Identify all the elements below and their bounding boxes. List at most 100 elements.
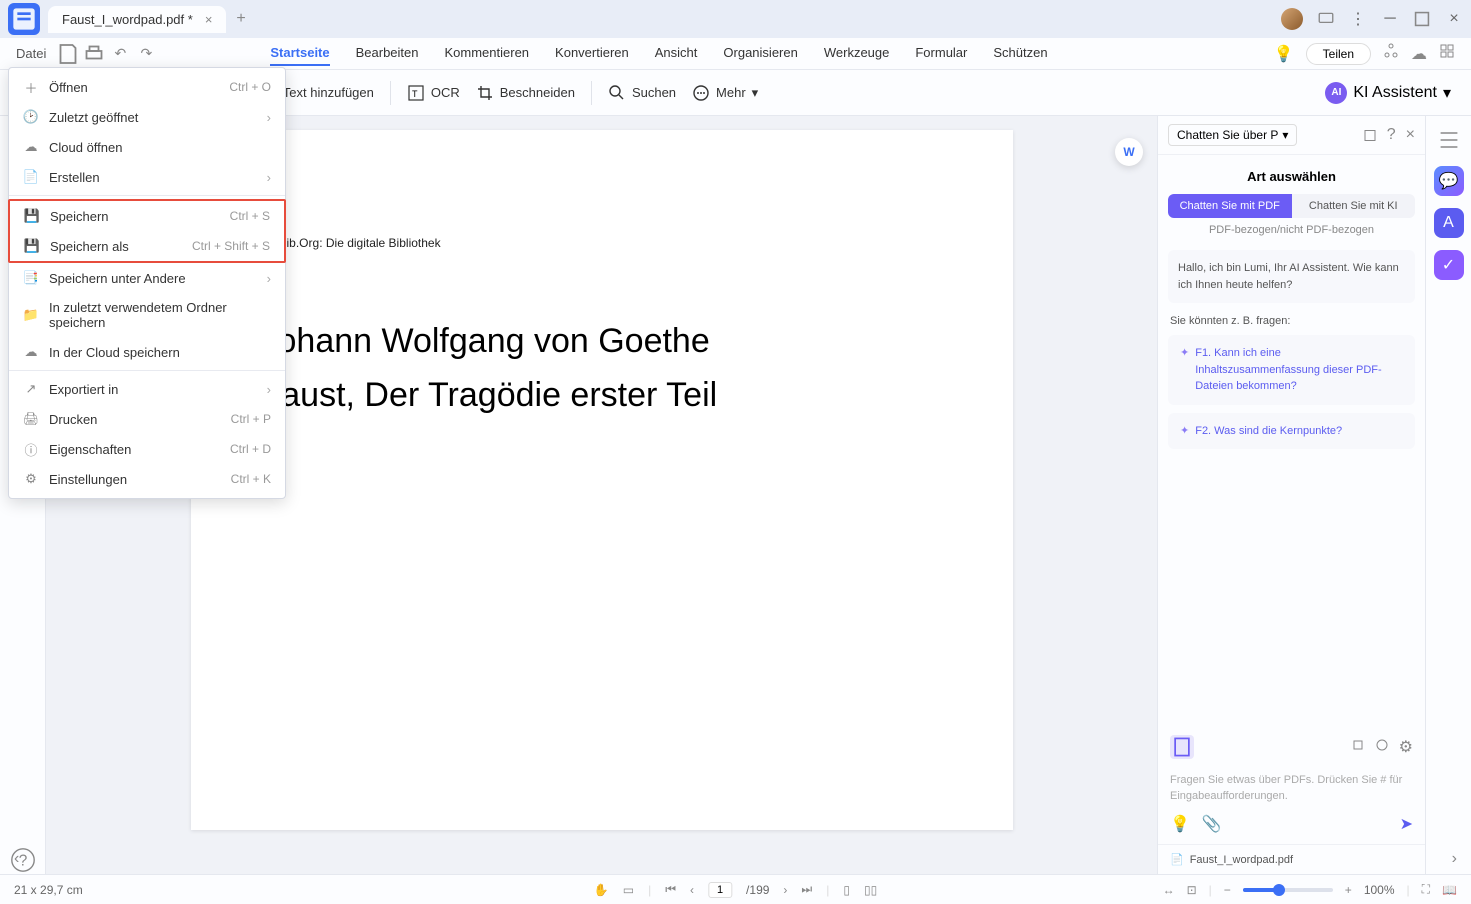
tab-werkzeuge[interactable]: Werkzeuge xyxy=(824,41,890,66)
ai-suggestion-2[interactable]: ✦ F2. Was sind die Kernpunkte? xyxy=(1168,413,1415,450)
sitemap-icon[interactable] xyxy=(1383,43,1399,64)
menu-export[interactable]: ↗ Exportiert in › xyxy=(9,374,285,404)
page-number-input[interactable] xyxy=(708,882,732,898)
undo-icon[interactable]: ↶ xyxy=(108,42,132,66)
word-badge-icon[interactable]: W xyxy=(1115,138,1143,166)
ai-doc-icon[interactable] xyxy=(1170,735,1194,759)
attach-icon[interactable]: 📎 xyxy=(1202,814,1222,834)
menu-cloud-open[interactable]: ☁ Cloud öffnen xyxy=(9,132,285,162)
menu-recent[interactable]: 🕑 Zuletzt geöffnet › xyxy=(9,102,285,132)
save-as-icon: 💾 xyxy=(24,238,40,254)
ai-input[interactable]: Fragen Sie etwas über PDFs. Drücken Sie … xyxy=(1158,765,1425,808)
menu-save-as[interactable]: 💾 Speichern als Ctrl + Shift + S xyxy=(10,231,284,261)
ai-mode-pdf[interactable]: Chatten Sie mit PDF xyxy=(1168,194,1292,218)
history-icon[interactable] xyxy=(1375,738,1389,757)
ai-mode-ki[interactable]: Chatten Sie mit KI xyxy=(1292,194,1416,218)
ai-greeting: Hallo, ich bin Lumi, Ihr AI Assistent. W… xyxy=(1168,250,1415,303)
close-tab-icon[interactable]: × xyxy=(205,12,213,27)
grid-icon[interactable] xyxy=(1439,43,1455,64)
save-other-icon: 📑 xyxy=(23,270,39,286)
file-menu-button[interactable]: Datei xyxy=(16,46,46,61)
zoom-out-icon[interactable]: − xyxy=(1224,883,1231,897)
crop-button[interactable]: Beschneiden xyxy=(476,84,575,102)
comment-icon[interactable] xyxy=(1317,10,1335,28)
menu-create[interactable]: 📄 Erstellen › xyxy=(9,162,285,192)
ai-context-dropdown[interactable]: Chatten Sie über P ▾ xyxy=(1168,124,1297,146)
send-icon[interactable]: ➤ xyxy=(1400,814,1413,834)
page-total: /199 xyxy=(746,883,769,897)
zoom-slider[interactable] xyxy=(1243,888,1333,892)
folder-icon: 📁 xyxy=(23,307,39,323)
ocr-button[interactable]: T OCR xyxy=(407,84,460,102)
ai-help-icon[interactable]: ? xyxy=(1387,126,1396,145)
sliders-icon[interactable] xyxy=(1435,126,1463,154)
ai-translate-icon[interactable]: A xyxy=(1434,208,1464,238)
close-window-icon[interactable]: × xyxy=(1445,10,1463,28)
menu-save-cloud[interactable]: ☁ In der Cloud speichern xyxy=(9,337,285,367)
zoom-in-icon[interactable]: + xyxy=(1345,883,1352,897)
tab-bearbeiten[interactable]: Bearbeiten xyxy=(356,41,419,66)
right-rail: 💬 A ✓ xyxy=(1425,116,1471,874)
ai-assistant-button[interactable]: AI KI Assistent▾ xyxy=(1325,82,1451,104)
menu-save-recent-folder[interactable]: 📁 In zuletzt verwendetem Ordner speicher… xyxy=(9,293,285,337)
help-icon[interactable]: ? xyxy=(9,846,37,874)
fit-width-icon[interactable]: ↔ xyxy=(1163,883,1175,897)
redo-icon[interactable]: ↷ xyxy=(134,42,158,66)
tab-kommentieren[interactable]: Kommentieren xyxy=(445,41,530,66)
bulb-icon[interactable]: 💡 xyxy=(1170,814,1190,834)
ai-check-icon[interactable]: ✓ xyxy=(1434,250,1464,280)
first-page-icon[interactable]: ⏮ xyxy=(665,882,676,897)
expand-icon[interactable] xyxy=(1363,126,1377,145)
lightbulb-icon[interactable]: 💡 xyxy=(1274,44,1294,64)
menu-properties[interactable]: ⓘ Eigenschaften Ctrl + D xyxy=(9,434,285,464)
ai-chat-icon[interactable]: 💬 xyxy=(1434,166,1464,196)
document-tab[interactable]: Faust_I_wordpad.pdf * × xyxy=(48,6,226,33)
menu-save[interactable]: 💾 Speichern Ctrl + S xyxy=(10,201,284,231)
menu-settings[interactable]: ⚙ Einstellungen Ctrl + K xyxy=(9,464,285,494)
tab-schuetzen[interactable]: Schützen xyxy=(993,41,1047,66)
tab-formular[interactable]: Formular xyxy=(915,41,967,66)
ai-suggestion-1[interactable]: ✦ F1. Kann ich eine Inhaltszusammenfassu… xyxy=(1168,335,1415,405)
save-qat-icon[interactable] xyxy=(56,42,80,66)
last-page-icon[interactable]: ⏭ xyxy=(801,882,812,897)
copy-icon[interactable] xyxy=(1351,738,1365,757)
more-icon[interactable]: ⋮ xyxy=(1349,10,1367,28)
maximize-icon[interactable] xyxy=(1413,10,1431,28)
print-qat-icon[interactable] xyxy=(82,42,106,66)
hand-tool-icon[interactable]: ✋ xyxy=(594,883,609,897)
cloud-icon: ☁ xyxy=(23,139,39,155)
share-button[interactable]: Teilen xyxy=(1306,43,1371,65)
two-page-icon[interactable]: ▯▯ xyxy=(864,883,877,897)
prev-arrow-icon[interactable]: ‹ xyxy=(14,850,19,868)
minimize-icon[interactable]: ─ xyxy=(1381,10,1399,28)
menu-open[interactable]: ＋ Öffnen Ctrl + O xyxy=(9,72,285,102)
search-button[interactable]: Suchen xyxy=(608,84,676,102)
tab-organisieren[interactable]: Organisieren xyxy=(723,41,797,66)
tab-startseite[interactable]: Startseite xyxy=(270,41,329,66)
cloud-icon[interactable]: ☁ xyxy=(1411,44,1427,64)
tab-konvertieren[interactable]: Konvertieren xyxy=(555,41,629,66)
single-page-icon[interactable]: ▯ xyxy=(843,883,850,897)
crop-icon xyxy=(476,84,494,102)
prev-page-icon[interactable]: ‹ xyxy=(690,883,694,897)
more-button[interactable]: Mehr▾ xyxy=(692,84,758,102)
close-panel-icon[interactable]: × xyxy=(1406,126,1415,145)
new-tab-button[interactable]: + xyxy=(236,10,245,28)
read-mode-icon[interactable]: 📖 xyxy=(1442,883,1457,897)
fit-page-icon[interactable]: ⊡ xyxy=(1187,883,1197,897)
fullscreen-icon[interactable]: ⛶ xyxy=(1422,882,1430,897)
menu-save-other[interactable]: 📑 Speichern unter Andere › xyxy=(9,263,285,293)
plus-icon: ＋ xyxy=(23,79,39,95)
titlebar: Faust_I_wordpad.pdf * × + ⋮ ─ × xyxy=(0,0,1471,38)
ribbon-tabs: Startseite Bearbeiten Kommentieren Konve… xyxy=(270,41,1047,66)
ai-file-reference[interactable]: 📄 Faust_I_wordpad.pdf xyxy=(1158,844,1425,874)
next-page-icon[interactable]: › xyxy=(783,883,787,897)
user-avatar[interactable] xyxy=(1281,8,1303,30)
menu-print[interactable]: 🖨 Drucken Ctrl + P xyxy=(9,404,285,434)
next-arrow-icon[interactable]: › xyxy=(1452,850,1457,868)
tab-ansicht[interactable]: Ansicht xyxy=(655,41,698,66)
clock-icon: 🕑 xyxy=(23,109,39,125)
select-tool-icon[interactable]: ▭ xyxy=(623,883,634,897)
settings-icon[interactable]: ⚙ xyxy=(1399,737,1413,757)
pdf-page: DigBib.Org: Die digitale Bibliothek Joha… xyxy=(191,130,1013,830)
